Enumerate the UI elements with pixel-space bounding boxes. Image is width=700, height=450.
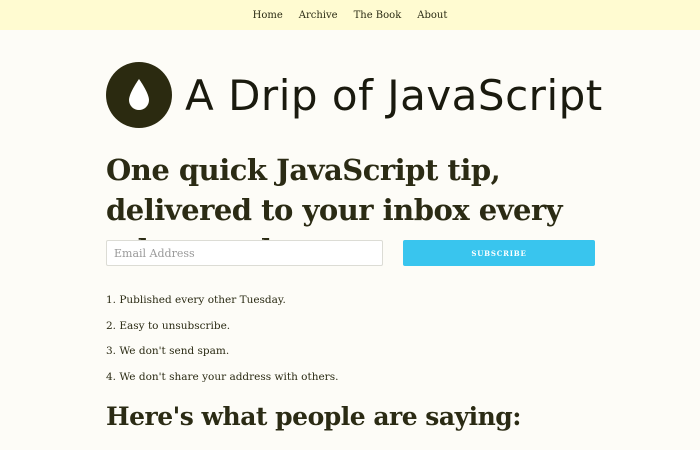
email-field[interactable] bbox=[106, 240, 383, 266]
testimonials-heading: Here's what people are saying: bbox=[106, 402, 522, 431]
site-title: A Drip of JavaScript bbox=[185, 70, 603, 120]
nav-link-the-book[interactable]: The Book bbox=[354, 10, 402, 21]
water-drop-icon bbox=[129, 79, 149, 110]
list-item: 4. We don't share your address with othe… bbox=[106, 371, 339, 384]
benefits-list: 1. Published every other Tuesday. 2. Eas… bbox=[106, 293, 338, 396]
list-item: 3. We don't send spam. bbox=[106, 345, 230, 358]
site-brand[interactable]: A Drip of JavaScript bbox=[106, 62, 603, 128]
top-nav: Home Archive The Book About bbox=[0, 0, 700, 30]
list-item: 1. Published every other Tuesday. bbox=[106, 294, 286, 306]
list-item: 2. Easy to unsubscribe. bbox=[106, 319, 231, 332]
subscribe-button[interactable]: SUBSCRIBE bbox=[403, 240, 595, 266]
nav-link-about[interactable]: About bbox=[417, 10, 447, 21]
nav-link-home[interactable]: Home bbox=[253, 10, 283, 21]
site-logo bbox=[106, 62, 172, 128]
nav-link-archive[interactable]: Archive bbox=[299, 10, 338, 21]
